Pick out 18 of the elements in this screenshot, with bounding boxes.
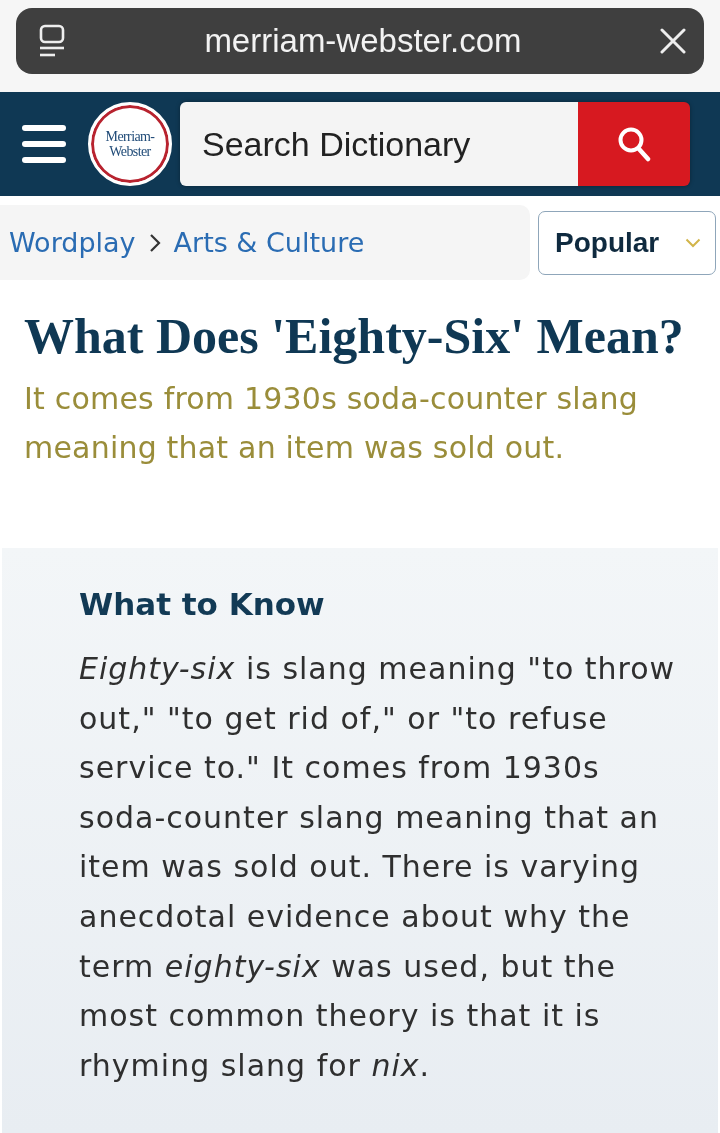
search-button[interactable] [578, 102, 690, 186]
chevron-right-icon [147, 231, 162, 254]
menu-icon[interactable] [22, 125, 66, 163]
page-icon[interactable] [38, 24, 66, 58]
search-icon [617, 126, 651, 162]
address-bar[interactable]: merriam-webster.com [16, 8, 704, 74]
url-text: merriam-webster.com [203, 22, 523, 60]
article-title: What Does 'Eighty-Six' Mean? [24, 307, 685, 366]
sort-dropdown[interactable]: Popular [538, 210, 716, 275]
panel-paragraph: Eighty-six is slang meaning "to throw out," "to get rid of," or "to refuse service to." It comes from 1930s soda-counter slang meaning that an item was sold out. There is varying anecdotal evidence about why the term eighty-six was used, but the most common theory is that it is rhyming slang for nix. [79, 650, 677, 1085]
article-subtitle: It comes from 1930s soda-counter slang meaning that an item was sold out. [24, 380, 639, 467]
search-field[interactable]: Search Dictionary [180, 102, 578, 186]
site-logo[interactable]: Merriam- Webster [88, 102, 172, 186]
panel-heading: What to Know [79, 585, 326, 624]
close-icon[interactable] [660, 28, 686, 54]
breadcrumb-link[interactable]: Arts & Culture [173, 227, 365, 258]
chevron-down-icon [685, 237, 701, 248]
breadcrumb-link[interactable]: Wordplay [9, 227, 136, 258]
